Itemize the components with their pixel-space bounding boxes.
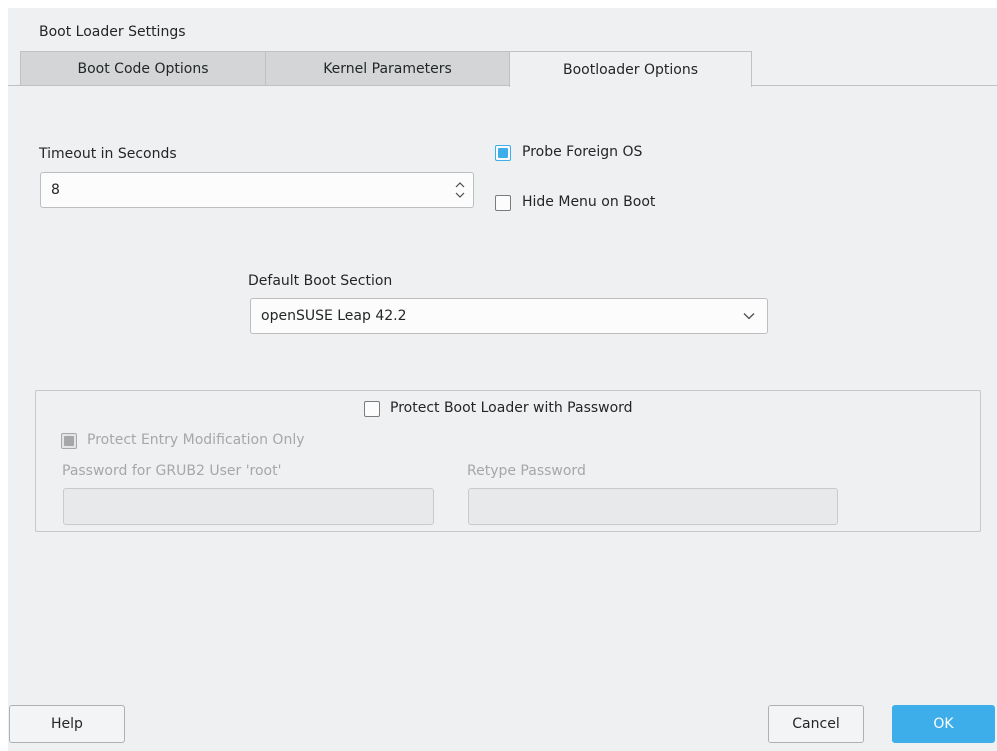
tab-boot-code-options[interactable]: Boot Code Options [20, 51, 266, 86]
cancel-button-label: Cancel [792, 716, 840, 732]
retype-password-field[interactable] [468, 488, 838, 525]
tab-label: Kernel Parameters [323, 61, 452, 77]
default-boot-select[interactable]: openSUSE Leap 42.2 [250, 298, 768, 334]
password-label: Password for GRUB2 User 'root' [62, 463, 282, 479]
timeout-label: Timeout in Seconds [39, 146, 177, 162]
ok-button-label: OK [933, 716, 954, 732]
tab-label: Boot Code Options [77, 61, 209, 77]
cancel-button[interactable]: Cancel [768, 705, 864, 743]
default-boot-label: Default Boot Section [248, 273, 393, 289]
tab-bootloader-options[interactable]: Bootloader Options [509, 51, 752, 87]
help-button[interactable]: Help [9, 705, 125, 743]
tab-divider [8, 85, 509, 86]
ok-button[interactable]: OK [892, 705, 995, 743]
hide-menu-label: Hide Menu on Boot [522, 194, 656, 210]
timeout-spinbox[interactable]: 8 [40, 172, 474, 208]
tab-divider [752, 85, 997, 86]
protect-password-checkbox[interactable] [364, 401, 380, 417]
tab-label: Bootloader Options [563, 61, 698, 78]
dialog-window: Boot Loader Settings Boot Code Options K… [8, 8, 997, 751]
help-button-label: Help [51, 716, 83, 732]
entry-modification-checkbox[interactable] [61, 433, 77, 449]
spin-arrows-icon[interactable] [454, 179, 466, 201]
entry-modification-label: Protect Entry Modification Only [87, 432, 305, 448]
probe-foreign-os-checkbox[interactable] [495, 145, 511, 161]
password-field[interactable] [63, 488, 434, 525]
tab-kernel-parameters[interactable]: Kernel Parameters [265, 51, 510, 86]
retype-password-label: Retype Password [467, 463, 586, 479]
dialog-title: Boot Loader Settings [39, 24, 186, 40]
timeout-value: 8 [51, 182, 60, 198]
protect-password-label: Protect Boot Loader with Password [390, 400, 633, 416]
probe-foreign-os-label: Probe Foreign OS [522, 144, 643, 160]
hide-menu-checkbox[interactable] [495, 195, 511, 211]
chevron-down-icon [743, 313, 755, 320]
default-boot-value: openSUSE Leap 42.2 [261, 308, 407, 324]
